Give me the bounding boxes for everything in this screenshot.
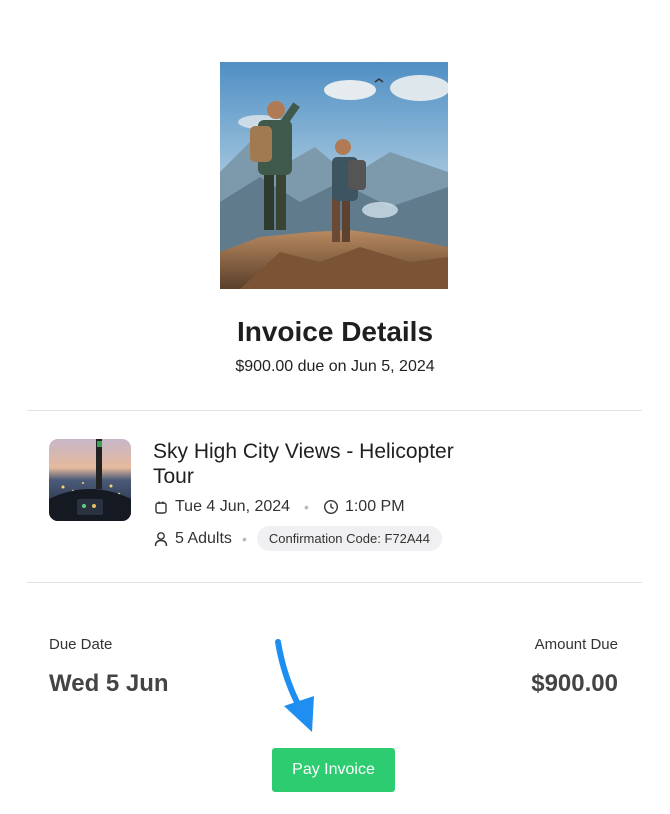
booking-date: Tue 4 Jun, 2024 [175, 498, 291, 515]
tour-name: Sky High City Views - Helicopter Tour [153, 440, 454, 488]
booking-time: 1:00 PM [344, 498, 405, 515]
pay-invoice-button[interactable]: Pay Invoice [272, 748, 395, 792]
separator-dot: • [304, 499, 309, 515]
due-date-value: Wed 5 Jun [49, 670, 169, 697]
booking-datetime-row: Tue 4 Jun, 2024 • 1:00 PM [153, 498, 405, 516]
divider-bottom [27, 582, 642, 583]
page-title: Invoice Details [236, 316, 434, 347]
arrow-down-icon [270, 638, 322, 743]
confirmation-code-badge: Confirmation Code: F72A44 [256, 526, 442, 551]
clock-icon [323, 499, 339, 515]
hero-image [220, 62, 448, 289]
amount-due-value: $900.00 [531, 670, 618, 697]
tour-thumbnail [49, 439, 131, 521]
due-date-label: Due Date [49, 636, 113, 653]
calendar-icon [153, 499, 169, 515]
booking-guests-row: 5 Adults • Confirmation Code: F72A44 [153, 526, 442, 551]
person-icon [153, 531, 169, 547]
separator-dot: • [241, 530, 247, 547]
invoice-subtitle: $900.00 due on Jun 5, 2024 [235, 358, 435, 375]
invoice-page: Invoice Details $900.00 due on Jun 5, 20… [0, 0, 670, 814]
amount-due-label: Amount Due [534, 636, 618, 653]
guest-count: 5 Adults [175, 529, 232, 547]
divider-top [27, 410, 642, 411]
